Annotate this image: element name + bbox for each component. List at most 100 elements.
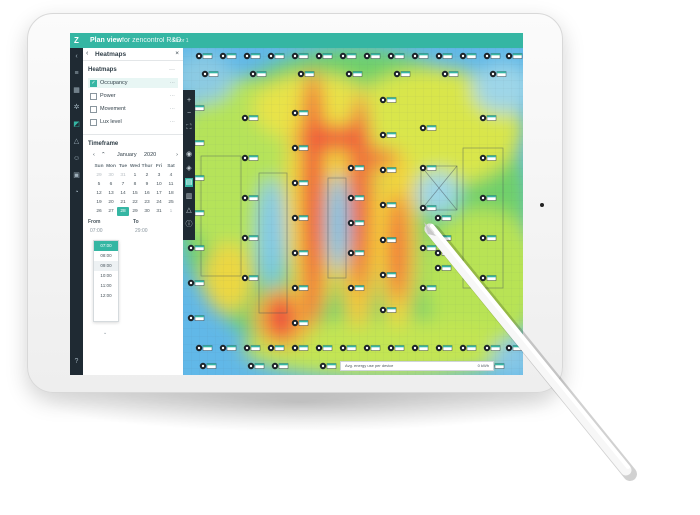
device-marker-icon[interactable] bbox=[243, 52, 261, 60]
device-marker-icon[interactable] bbox=[441, 70, 459, 78]
device-marker-icon[interactable] bbox=[347, 164, 365, 172]
device-marker-icon[interactable] bbox=[267, 344, 285, 352]
device-marker-icon[interactable] bbox=[387, 52, 405, 60]
device-marker-icon[interactable] bbox=[419, 244, 437, 252]
calendar-day[interactable]: 4 bbox=[165, 171, 177, 180]
calendar-day[interactable]: 6 bbox=[105, 180, 117, 189]
device-marker-icon[interactable] bbox=[187, 314, 205, 322]
device-marker-icon[interactable] bbox=[241, 114, 259, 122]
device-marker-icon[interactable] bbox=[379, 306, 397, 314]
device-marker-icon[interactable] bbox=[291, 179, 309, 187]
calendar-day[interactable]: 3 bbox=[153, 171, 165, 180]
calendar-day[interactable]: 25 bbox=[165, 198, 177, 207]
device-marker-icon[interactable] bbox=[411, 344, 429, 352]
calendar-day[interactable]: 26 bbox=[93, 207, 105, 216]
fit-screen-icon[interactable]: ⛶ bbox=[185, 123, 193, 132]
device-marker-icon[interactable] bbox=[241, 234, 259, 242]
floor-label[interactable]: Floor 1 bbox=[173, 34, 189, 49]
settings-icon[interactable]: ✲ bbox=[73, 104, 80, 111]
device-marker-icon[interactable] bbox=[379, 271, 397, 279]
calendar-day[interactable]: 18 bbox=[165, 189, 177, 198]
heatmaps-menu-icon[interactable]: ··· bbox=[169, 67, 175, 73]
heatmap-option-movement[interactable]: Movement ··· bbox=[88, 104, 178, 114]
device-marker-icon[interactable] bbox=[247, 362, 265, 370]
calendar-day[interactable]: 31 bbox=[117, 171, 129, 180]
help-icon[interactable]: ? bbox=[73, 358, 80, 365]
device-marker-icon[interactable] bbox=[241, 154, 259, 162]
device-marker-icon[interactable] bbox=[219, 52, 237, 60]
to-time-field[interactable]: 29:00 bbox=[135, 228, 148, 234]
checkbox-checked-icon[interactable]: ✓ bbox=[90, 80, 97, 87]
device-marker-icon[interactable] bbox=[339, 52, 357, 60]
device-marker-icon[interactable] bbox=[187, 279, 205, 287]
device-marker-icon[interactable] bbox=[479, 154, 497, 162]
calendar-day[interactable]: 30 bbox=[141, 207, 153, 216]
device-marker-icon[interactable] bbox=[241, 194, 259, 202]
calendar-year[interactable]: 2020 bbox=[144, 152, 156, 158]
device-marker-icon[interactable] bbox=[379, 236, 397, 244]
calendar-day[interactable]: 8 bbox=[129, 180, 141, 189]
calendar-day[interactable]: 2 bbox=[141, 171, 153, 180]
eye-icon[interactable]: ◉ bbox=[185, 150, 193, 159]
device-marker-icon[interactable] bbox=[297, 70, 315, 78]
device-marker-icon[interactable] bbox=[243, 344, 261, 352]
device-marker-icon[interactable] bbox=[347, 284, 365, 292]
device-marker-icon[interactable] bbox=[379, 96, 397, 104]
device-marker-icon[interactable] bbox=[434, 234, 452, 242]
device-marker-icon[interactable] bbox=[201, 70, 219, 78]
scroll-down-icon[interactable]: ⌄ bbox=[103, 330, 107, 336]
checkbox-icon[interactable] bbox=[90, 119, 97, 126]
calendar-day[interactable]: 5 bbox=[93, 180, 105, 189]
calendar-day[interactable]: 13 bbox=[105, 189, 117, 198]
device-marker-icon[interactable] bbox=[483, 52, 501, 60]
checkbox-icon[interactable] bbox=[90, 106, 97, 113]
device-marker-icon[interactable] bbox=[249, 70, 267, 78]
device-marker-icon[interactable] bbox=[315, 344, 333, 352]
device-marker-icon[interactable] bbox=[479, 274, 497, 282]
next-month-icon[interactable]: › bbox=[176, 152, 178, 158]
option-menu-icon[interactable]: ··· bbox=[170, 104, 176, 114]
calendar-day[interactable]: 19 bbox=[93, 198, 105, 207]
device-marker-icon[interactable] bbox=[347, 249, 365, 257]
device-marker-icon[interactable] bbox=[363, 52, 381, 60]
device-marker-icon[interactable] bbox=[419, 164, 437, 172]
calendar-day[interactable]: 29 bbox=[129, 207, 141, 216]
device-marker-icon[interactable] bbox=[479, 234, 497, 242]
calendar-day[interactable]: 23 bbox=[141, 198, 153, 207]
device-marker-icon[interactable] bbox=[435, 52, 453, 60]
time-option[interactable]: 12:00 bbox=[94, 291, 118, 301]
panel-back-icon[interactable]: ‹ bbox=[86, 50, 88, 57]
calendar-day[interactable]: 28 bbox=[117, 207, 129, 216]
user-icon[interactable]: ☺ bbox=[73, 155, 80, 162]
building-icon[interactable]: ▣ bbox=[73, 172, 80, 179]
device-marker-icon[interactable] bbox=[479, 194, 497, 202]
app-logo[interactable]: Z bbox=[74, 33, 79, 48]
device-marker-icon[interactable] bbox=[505, 344, 523, 352]
device-marker-icon[interactable] bbox=[319, 362, 337, 370]
device-marker-icon[interactable] bbox=[267, 52, 285, 60]
heatmap-canvas[interactable] bbox=[183, 48, 523, 375]
device-marker-icon[interactable] bbox=[291, 52, 309, 60]
device-marker-icon[interactable] bbox=[291, 144, 309, 152]
device-marker-icon[interactable] bbox=[435, 344, 453, 352]
calendar-day[interactable]: 17 bbox=[153, 189, 165, 198]
legend-value[interactable]: 0 kWh bbox=[478, 362, 489, 370]
device-marker-icon[interactable] bbox=[315, 52, 333, 60]
calendar-day[interactable]: 27 bbox=[105, 207, 117, 216]
time-option[interactable]: 08:00 bbox=[94, 251, 118, 261]
prev-month-icon[interactable]: ‹ bbox=[93, 152, 95, 158]
device-marker-icon[interactable] bbox=[345, 70, 363, 78]
image-icon[interactable]: ▥ bbox=[185, 192, 193, 201]
calendar-day[interactable]: 16 bbox=[141, 189, 153, 198]
zoom-out-icon[interactable]: − bbox=[185, 109, 193, 118]
calendar-day[interactable]: 10 bbox=[153, 180, 165, 189]
calendar-day[interactable]: 24 bbox=[153, 198, 165, 207]
info-icon[interactable]: ⓘ bbox=[185, 220, 193, 229]
alert-icon[interactable]: △ bbox=[73, 138, 80, 145]
option-menu-icon[interactable]: ··· bbox=[170, 91, 176, 101]
device-marker-icon[interactable] bbox=[219, 344, 237, 352]
option-menu-icon[interactable]: ··· bbox=[170, 78, 176, 88]
calendar-day[interactable]: 21 bbox=[117, 198, 129, 207]
calendar-day[interactable]: 20 bbox=[105, 198, 117, 207]
device-marker-icon[interactable] bbox=[483, 344, 501, 352]
